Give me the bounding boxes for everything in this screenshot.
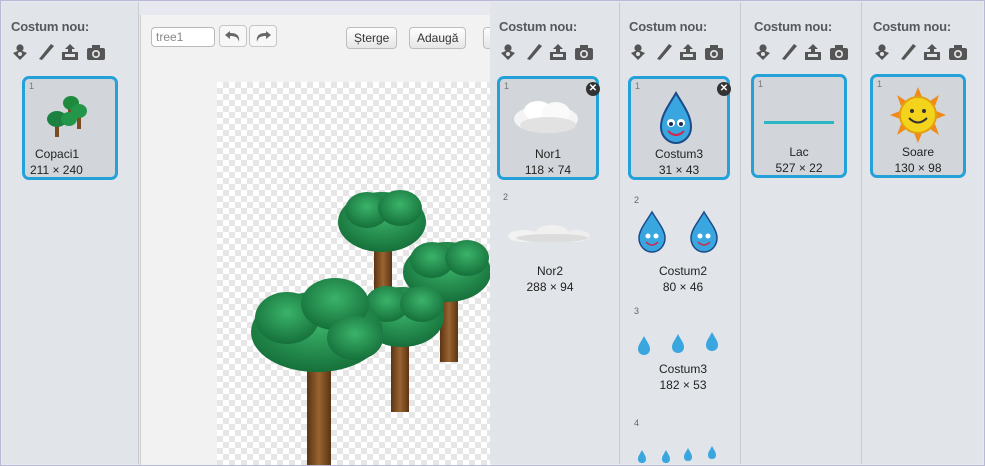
camera-icon[interactable] [86, 42, 106, 62]
undo-icon [225, 31, 240, 42]
upload-icon[interactable] [678, 42, 698, 62]
choose-from-library-icon[interactable] [872, 42, 892, 62]
camera-icon[interactable] [574, 42, 594, 62]
new-costume-title: Costum nou: [629, 19, 707, 34]
sprite-panel-picaturi: Costum nou: 1 ✕ Costum3 31 × 43 2 Costum… [620, 2, 741, 464]
costume-name: Lac [789, 145, 809, 159]
paint-editor: Șterge Adaugă [140, 15, 493, 465]
new-costume-title: Costum nou: [873, 19, 951, 34]
costume-thumbnail [659, 91, 693, 145]
costume-name: Soare [901, 145, 935, 159]
costume-card-nor1[interactable]: 1 ✕ Nor1 118 × 74 [497, 76, 600, 180]
new-costume-title: Costum nou: [11, 19, 89, 34]
upload-icon[interactable] [922, 42, 942, 62]
costume-number: 2 [634, 195, 640, 205]
upload-icon[interactable] [803, 42, 823, 62]
choose-from-library-icon[interactable] [498, 42, 518, 62]
add-button[interactable]: Adaugă [409, 27, 467, 49]
upload-icon[interactable] [548, 42, 568, 62]
choose-from-library-icon[interactable] [753, 42, 773, 62]
costume-name: Costum2 [658, 264, 708, 278]
trees-drawing [251, 190, 491, 465]
choose-from-library-icon[interactable] [628, 42, 648, 62]
costume-thumbnail [890, 87, 946, 143]
costume-size: 182 × 53 [659, 378, 707, 392]
costume-card-copaci1[interactable]: 1 Copaci1 211 × 240 [22, 76, 118, 180]
delete-costume-icon[interactable]: ✕ [586, 82, 600, 96]
costume-size: 211 × 240 [30, 163, 83, 177]
delete-costume-icon[interactable]: ✕ [717, 82, 731, 96]
costume-name: Costum3 [654, 147, 704, 161]
costume-thumbnail [47, 96, 87, 137]
costume-name: Copaci1 [35, 147, 80, 161]
costume-number: 3 [634, 306, 640, 316]
costume-size: 31 × 43 [658, 163, 700, 177]
costume-thumbnail[interactable] [504, 218, 592, 248]
redo-icon [256, 31, 271, 42]
camera-icon[interactable] [948, 42, 968, 62]
paint-icon[interactable] [654, 42, 674, 62]
costume-size: 527 × 22 [775, 161, 823, 175]
paint-icon[interactable] [36, 42, 56, 62]
costume-card-lac[interactable]: 1 Lac 527 × 22 [751, 74, 847, 178]
sprite-panel-lac: Costum nou: 1 Lac 527 × 22 [741, 2, 862, 464]
costume-thumbnail [514, 101, 578, 133]
costume-card-soare[interactable]: 1 Soare 130 × 98 [870, 74, 966, 178]
costume-card-costum3[interactable]: 1 ✕ Costum3 31 × 43 [628, 76, 731, 180]
new-costume-title: Costum nou: [754, 19, 832, 34]
sprite-panel-nor: Costum nou: 1 ✕ Nor1 118 × 74 2 Nor2 288… [490, 2, 620, 464]
costume-name: Nor2 [536, 264, 563, 278]
sprite-panel-copaci: Costum nou: 1 Copaci1 211 × 240 [2, 2, 139, 464]
costume-number: 2 [503, 192, 509, 202]
drawing-canvas[interactable] [217, 82, 491, 465]
costume-name: Costum3 [658, 362, 708, 376]
costume-thumbnail[interactable] [634, 210, 724, 254]
choose-from-library-icon[interactable] [10, 42, 30, 62]
sprite-panel-soare: Costum nou: 1 Soare 130 × 98 [862, 2, 983, 464]
costume-size: 130 × 98 [894, 161, 942, 175]
paint-icon[interactable] [898, 42, 918, 62]
costume-size: 80 × 46 [662, 280, 704, 294]
redo-button[interactable] [249, 25, 277, 47]
delete-button[interactable]: Șterge [346, 27, 398, 49]
paint-icon[interactable] [779, 42, 799, 62]
paint-icon[interactable] [524, 42, 544, 62]
new-costume-title: Costum nou: [499, 19, 577, 34]
costume-name: Nor1 [534, 147, 561, 161]
costume-thumbnail [764, 121, 834, 124]
costume-thumbnail[interactable] [634, 332, 724, 356]
costume-thumbnail[interactable] [634, 446, 724, 464]
undo-button[interactable] [219, 25, 247, 47]
costume-editor-frame: Costum nou: 1 Copaci1 211 × 240 tree1 Șt… [0, 0, 985, 466]
camera-icon[interactable] [704, 42, 724, 62]
camera-icon[interactable] [829, 42, 849, 62]
costume-size: 288 × 94 [526, 280, 574, 294]
costume-number: 4 [634, 418, 640, 428]
costume-name-input[interactable] [151, 27, 215, 47]
costume-size: 118 × 74 [524, 163, 572, 177]
upload-icon[interactable] [60, 42, 80, 62]
